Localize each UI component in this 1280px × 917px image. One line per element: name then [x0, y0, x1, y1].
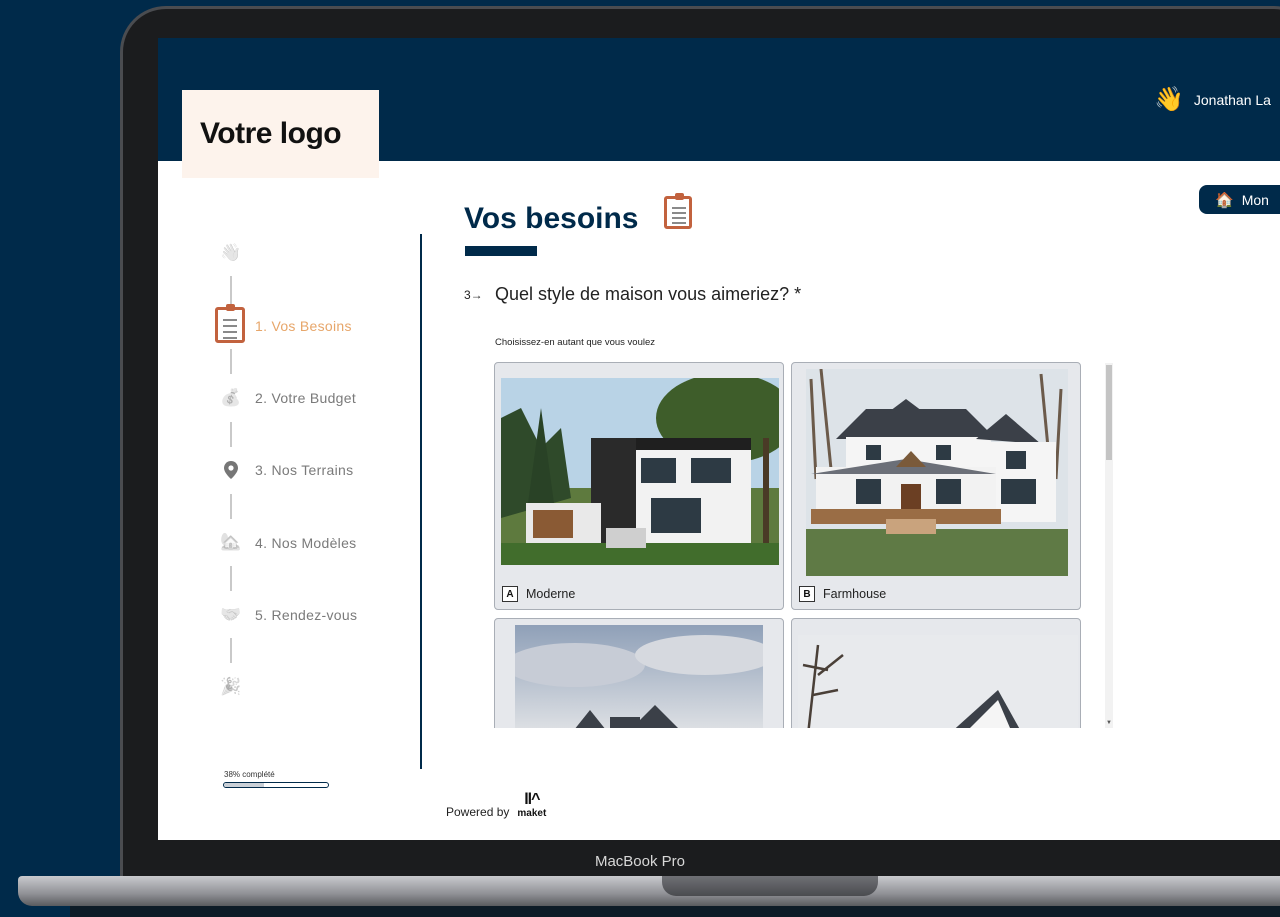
choices-grid[interactable]: A Moderne B Farmhouse — [494, 362, 1084, 728]
question-text: Quel style de maison vous aimeriez? * — [495, 284, 802, 304]
house-icon[interactable]: 🏡 — [218, 529, 244, 555]
home-button[interactable]: 🏠 Mon — [1199, 185, 1280, 214]
step-label-terrains[interactable]: 3. Nos Terrains — [255, 462, 353, 478]
handshake-icon[interactable]: 🤝 — [218, 602, 244, 628]
logo-text: Votre logo — [200, 117, 342, 150]
scroll-down-icon[interactable]: ▼ — [1105, 720, 1113, 726]
choice-footer: A Moderne — [502, 586, 575, 602]
waving-hand-icon: 👋 — [1154, 86, 1184, 113]
maket-logo: ll^ maket — [517, 791, 547, 820]
location-pin-icon[interactable] — [218, 457, 244, 483]
modern-house-image — [501, 378, 779, 565]
user-menu[interactable]: 👋 Jonathan La — [1154, 88, 1271, 112]
clipboard-icon — [664, 193, 692, 229]
choice-card-partial[interactable] — [791, 618, 1081, 728]
step-connector — [230, 566, 232, 591]
step-label-besoins[interactable]: 1. Vos Besoins — [255, 318, 352, 334]
scrollbar-thumb[interactable] — [1106, 365, 1112, 460]
question-number: 3→ — [464, 288, 483, 302]
progress-text: 38% complété — [224, 770, 275, 779]
house-image — [515, 625, 763, 728]
question-hint: Choisissez-en autant que vous voulez — [495, 337, 656, 348]
screen: Votre logo 👋 Jonathan La 🏠 Mon 👋 1. Vos … — [158, 38, 1280, 840]
maket-logo-mark: ll^ — [524, 791, 540, 808]
choice-label: Farmhouse — [823, 587, 887, 601]
progress-bar — [223, 782, 329, 788]
step-label-rendez-vous[interactable]: 5. Rendez-vous — [255, 607, 357, 623]
maket-logo-text: maket — [517, 808, 547, 819]
powered-by-text: Powered by — [446, 805, 510, 819]
title-underline — [465, 246, 537, 256]
choice-moderne[interactable]: A Moderne — [494, 362, 784, 610]
party-popper-icon: 🎉 — [220, 677, 242, 696]
logo[interactable]: Votre logo — [182, 90, 379, 178]
laptop-notch — [662, 876, 878, 896]
step-connector — [230, 422, 232, 447]
house-icon: 🏠 — [1215, 191, 1234, 209]
page-title: Vos besoins — [464, 202, 639, 235]
step-connector — [230, 349, 232, 374]
laptop-base — [18, 876, 1280, 906]
choice-label: Moderne — [526, 587, 576, 601]
choice-farmhouse[interactable]: B Farmhouse — [791, 362, 1081, 610]
choices-scrollbar[interactable]: ▼ — [1105, 363, 1113, 728]
waving-hand-icon: 👋 — [220, 243, 242, 262]
step-label-budget[interactable]: 2. Votre Budget — [255, 390, 356, 406]
laptop-shadow — [70, 906, 1280, 917]
home-button-label: Mon — [1241, 191, 1269, 208]
step-connector — [230, 494, 232, 519]
step-connector — [230, 276, 232, 306]
progress-fill — [224, 783, 264, 787]
choice-card-partial[interactable] — [494, 618, 784, 728]
farmhouse-image — [806, 369, 1068, 576]
house-image — [798, 635, 1078, 728]
user-name: Jonathan La — [1193, 92, 1271, 108]
money-bag-icon[interactable]: 💰 — [218, 385, 244, 411]
choice-key: A — [502, 586, 518, 602]
step-connector — [230, 638, 232, 663]
step-label-modeles[interactable]: 4. Nos Modèles — [255, 535, 356, 551]
device-label: MacBook Pro — [594, 853, 686, 870]
choice-key: B — [799, 586, 815, 602]
sidebar-divider — [420, 234, 422, 769]
clipboard-icon[interactable] — [213, 304, 247, 344]
powered-by[interactable]: Powered by ll^ maket — [446, 791, 547, 820]
choice-footer: B Farmhouse — [799, 586, 886, 602]
